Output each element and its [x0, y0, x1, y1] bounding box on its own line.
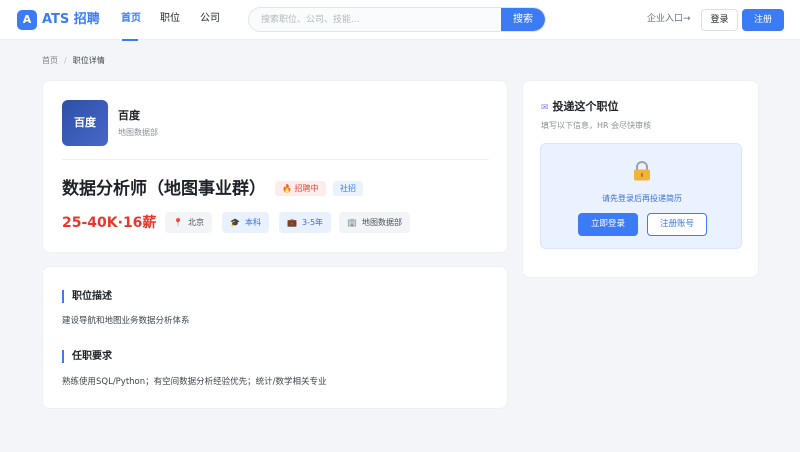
tag-education-label: 本科: [244, 218, 261, 227]
company-department: 地图数据部: [118, 128, 158, 137]
nav-jobs[interactable]: 职位: [160, 12, 180, 26]
nav-home[interactable]: 首页: [121, 12, 141, 26]
company-name[interactable]: 百度: [118, 109, 140, 123]
fire-icon: 🔥: [282, 184, 295, 193]
breadcrumb: 首页 / 职位详情: [42, 55, 105, 66]
section-title-requirements: 任职要求: [62, 350, 112, 363]
tag-location: 📍 北京: [165, 212, 212, 233]
status-badge: 🔥 招聘中: [275, 181, 326, 196]
breadcrumb-separator: /: [64, 56, 67, 65]
envelope-icon: ✉: [541, 103, 549, 113]
tag-department-label: 地图数据部: [361, 218, 402, 227]
job-title: 数据分析师（地图事业群）: [62, 179, 266, 199]
section-title-description: 职位描述: [62, 290, 112, 303]
status-badge-label: 招聘中: [294, 184, 319, 193]
breadcrumb-current: 职位详情: [72, 56, 105, 65]
tag-location-label: 北京: [187, 218, 204, 227]
divider: [62, 159, 489, 160]
graduation-cap-icon: 🎓: [230, 218, 240, 227]
login-prompt: 请先登录后再投递简历: [602, 194, 682, 203]
brand-name[interactable]: ATS 招聘: [42, 10, 100, 30]
company-logo[interactable]: 百度: [62, 100, 108, 146]
tag-experience: 💼 3-5年: [279, 212, 332, 233]
salary: 25-40K·16薪: [62, 215, 157, 231]
top-navbar: A ATS 招聘 首页 职位 公司 搜索 企业入口→ 登录 注册: [0, 0, 800, 41]
search-button[interactable]: 搜索: [501, 8, 545, 31]
apply-title-label: 投递这个职位: [552, 100, 619, 113]
search-input[interactable]: [249, 8, 501, 31]
nav-active-indicator: [122, 39, 138, 41]
login-required-panel: 请先登录后再投递简历 立即登录 注册账号: [540, 143, 742, 249]
login-now-button[interactable]: 立即登录: [578, 213, 638, 236]
lock-icon: [634, 161, 650, 181]
breadcrumb-home[interactable]: 首页: [42, 56, 58, 65]
apply-title: ✉ 投递这个职位: [541, 100, 619, 115]
briefcase-icon: 💼: [287, 218, 297, 227]
login-button[interactable]: 登录: [701, 9, 738, 31]
requirements-text: 熟练使用SQL/Python；有空间数据分析经验优先；统计/数学相关专业: [62, 377, 327, 387]
apply-subtitle: 填写以下信息，HR 会尽快审核: [541, 121, 652, 130]
register-button[interactable]: 注册: [742, 9, 784, 31]
pin-icon: 📍: [173, 218, 183, 227]
nav-companies[interactable]: 公司: [200, 12, 220, 26]
tag-education: 🎓 本科: [222, 212, 269, 233]
job-type-badge: 社招: [333, 181, 363, 196]
search-bar: 搜索: [248, 7, 546, 32]
register-account-button[interactable]: 注册账号: [647, 213, 707, 236]
description-text: 建设导航和地图业务数据分析体系: [62, 316, 190, 326]
enterprise-entry-link[interactable]: 企业入口→: [647, 13, 691, 25]
apply-card: ✉ 投递这个职位 填写以下信息，HR 会尽快审核 请先登录后再投递简历 立即登录 …: [522, 80, 759, 278]
job-description-card: 职位描述 建设导航和地图业务数据分析体系 任职要求 熟练使用SQL/Python…: [42, 266, 508, 409]
building-icon: 🏢: [347, 218, 357, 227]
job-summary-card: 百度 百度 地图数据部 数据分析师（地图事业群） 🔥 招聘中 社招 25-40K…: [42, 80, 508, 253]
tag-experience-label: 3-5年: [301, 218, 324, 227]
tag-department: 🏢 地图数据部: [339, 212, 410, 233]
logo-icon[interactable]: A: [17, 10, 37, 30]
